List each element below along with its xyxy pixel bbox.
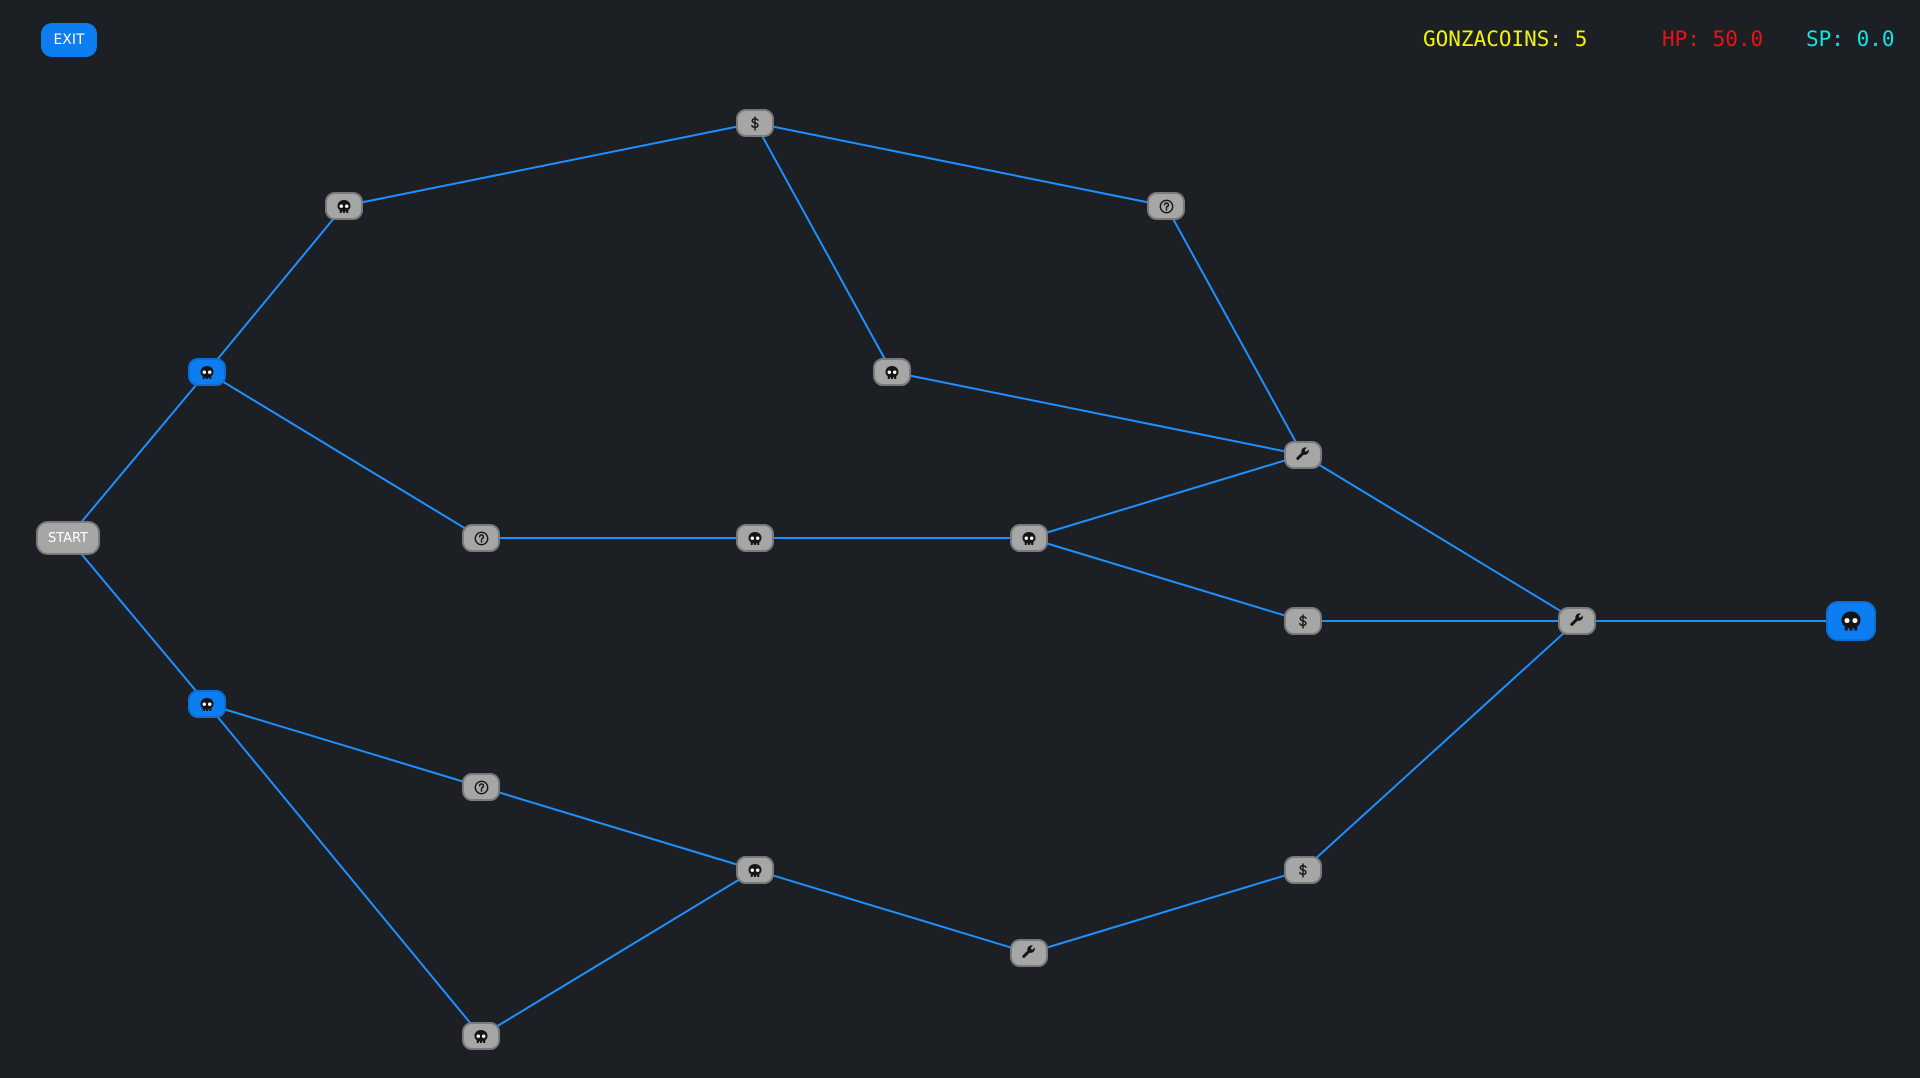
path-edge (206, 205, 345, 373)
path-edge (206, 703, 482, 1037)
skull-icon (473, 1029, 489, 1044)
path-edge (1028, 537, 1304, 622)
start-label: START (47, 530, 89, 546)
map-node-dollar[interactable] (1284, 856, 1322, 884)
map-node-skull[interactable] (1010, 524, 1048, 552)
path-edge (754, 122, 1167, 207)
coins-counter: GONZACOINS: 5 (1423, 27, 1588, 51)
path-edge (1302, 620, 1578, 871)
question-icon (474, 531, 489, 546)
hp-counter: HP: 50.0 (1662, 27, 1764, 51)
dollar-icon (1297, 613, 1309, 629)
path-edge (1165, 205, 1304, 456)
skull-icon (199, 697, 215, 712)
skull-icon (1839, 610, 1863, 632)
path-edges (67, 122, 1851, 1037)
map-node-skull[interactable] (873, 358, 911, 386)
map-node-dollar[interactable] (1284, 607, 1322, 635)
question-icon (474, 780, 489, 795)
map-node-skull[interactable] (325, 192, 363, 220)
path-edge (206, 371, 482, 539)
map-node-skull[interactable] (462, 1022, 500, 1050)
path-edge (754, 122, 893, 373)
sp-counter: SP: 0.0 (1806, 27, 1895, 51)
map-node-question[interactable] (1147, 192, 1185, 220)
path-edge (1302, 454, 1578, 622)
skull-icon (199, 365, 215, 380)
map-node-skull[interactable] (736, 856, 774, 884)
map-node-wrench[interactable] (1558, 607, 1596, 635)
path-edge (1028, 454, 1304, 539)
question-icon (1159, 199, 1174, 214)
path-edge (754, 869, 1030, 954)
path-edge (480, 869, 756, 1037)
wrench-icon (1569, 613, 1585, 629)
skull-icon (747, 863, 763, 878)
skull-icon (1021, 531, 1037, 546)
path-edge (891, 371, 1304, 456)
wrench-icon (1021, 945, 1037, 961)
wrench-icon (1295, 447, 1311, 463)
boss-node[interactable] (1826, 601, 1876, 641)
map-node-skull[interactable] (188, 358, 226, 386)
map-node-wrench[interactable] (1284, 441, 1322, 469)
path-edge (1028, 869, 1304, 954)
map-screen: EXIT GONZACOINS: 5 HP: 50.0 SP: 0.0 STAR… (0, 0, 1920, 1078)
exit-button[interactable]: EXIT (41, 23, 97, 57)
map-node-question[interactable] (462, 524, 500, 552)
path-edge (67, 537, 208, 705)
map-node-wrench[interactable] (1010, 939, 1048, 967)
map-node-dollar[interactable] (736, 109, 774, 137)
path-edge (480, 786, 756, 871)
map-node-skull[interactable] (736, 524, 774, 552)
map-node-skull[interactable] (188, 690, 226, 718)
path-edge (206, 703, 482, 788)
path-edge (67, 371, 208, 539)
map-node-question[interactable] (462, 773, 500, 801)
skull-icon (884, 365, 900, 380)
skull-icon (747, 531, 763, 546)
path-edge (343, 122, 756, 207)
dollar-icon (749, 115, 761, 131)
dollar-icon (1297, 862, 1309, 878)
skull-icon (336, 199, 352, 214)
start-node[interactable]: START (36, 521, 100, 555)
